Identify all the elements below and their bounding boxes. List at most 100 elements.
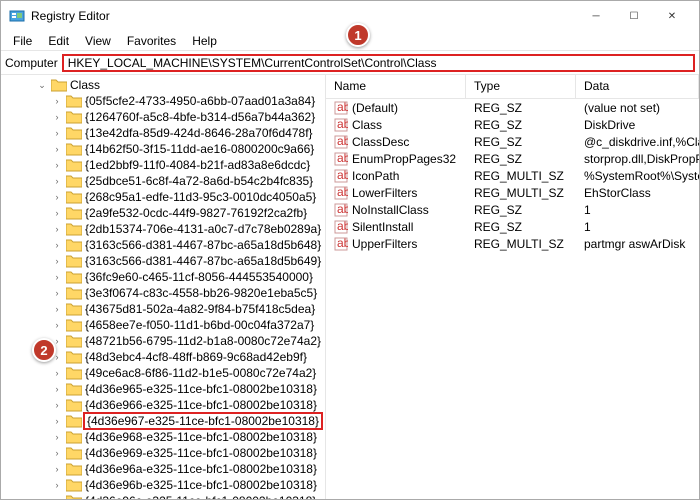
chevron-right-icon[interactable]: › — [51, 96, 63, 106]
chevron-right-icon[interactable]: › — [51, 368, 63, 378]
value-name: LowerFilters — [352, 186, 417, 200]
tree-item[interactable]: ›{13e42dfa-85d9-424d-8646-28a70f6d478f} — [1, 125, 325, 141]
chevron-right-icon[interactable]: › — [51, 112, 63, 122]
tree-item[interactable]: ›{05f5cfe2-4733-4950-a6bb-07aad01a3a84} — [1, 93, 325, 109]
chevron-right-icon[interactable]: › — [51, 432, 63, 442]
tree-item-label: {4658ee7e-f050-11d1-b6bd-00c04fa372a7} — [85, 318, 314, 332]
list-row[interactable]: abUpperFiltersREG_MULTI_SZpartmgr aswArD… — [326, 235, 699, 252]
maximize-button[interactable]: ☐ — [615, 2, 653, 30]
tree-pane[interactable]: ⌄ Class ›{05f5cfe2-4733-4950-a6bb-07aad0… — [1, 75, 326, 499]
chevron-right-icon[interactable]: › — [51, 384, 63, 394]
chevron-right-icon[interactable]: › — [51, 464, 63, 474]
address-input[interactable]: HKEY_LOCAL_MACHINE\SYSTEM\CurrentControl… — [62, 54, 695, 72]
chevron-right-icon[interactable]: › — [51, 400, 63, 410]
col-header-type[interactable]: Type — [466, 75, 576, 98]
tree-item[interactable]: ›{3163c566-d381-4467-87bc-a65a18d5b648} — [1, 237, 325, 253]
tree-item[interactable]: › {3e3f0674-c83c-4558-bb26-9820e1eba5c5} — [1, 285, 325, 301]
tree-item-label: {268c95a1-edfe-11d3-95c3-0010dc4050a5} — [85, 190, 316, 204]
tree-item[interactable]: ›{4d36e96a-e325-11ce-bfc1-08002be10318} — [1, 461, 325, 477]
value-type: REG_SZ — [466, 118, 576, 132]
tree-item[interactable]: › {2db15374-706e-4131-a0c7-d7c78eb0289a} — [1, 221, 325, 237]
folder-icon — [66, 478, 82, 492]
tree-item[interactable]: ›{43675d81-502a-4a82-9f84-b75f418c5dea} — [1, 301, 325, 317]
menu-help[interactable]: Help — [184, 32, 225, 50]
tree-item[interactable]: ›{4d36e969-e325-11ce-bfc1-08002be10318} — [1, 445, 325, 461]
tree-parent-class[interactable]: ⌄ Class — [1, 77, 325, 93]
tree-item[interactable]: ›{2a9fe532-0cdc-44f9-9827-76192f2ca2fb} — [1, 205, 325, 221]
tree-item[interactable]: ›{4d36e968-e325-11ce-bfc1-08002be10318} — [1, 429, 325, 445]
chevron-right-icon[interactable]: › — [51, 416, 63, 426]
menu-file[interactable]: File — [5, 32, 40, 50]
chevron-right-icon[interactable]: › — [51, 128, 63, 138]
folder-icon — [66, 94, 82, 108]
chevron-right-icon[interactable]: › — [51, 272, 63, 282]
folder-icon — [66, 350, 82, 364]
list-pane[interactable]: Name Type Data ab(Default)REG_SZ(value n… — [326, 75, 699, 499]
svg-text:ab: ab — [337, 203, 348, 216]
tree-item[interactable]: › {4658ee7e-f050-11d1-b6bd-00c04fa372a7} — [1, 317, 325, 333]
close-button[interactable]: ✕ — [653, 2, 691, 30]
chevron-down-icon[interactable]: ⌄ — [36, 80, 48, 91]
col-header-data[interactable]: Data — [576, 75, 699, 98]
chevron-right-icon[interactable]: › — [51, 288, 63, 298]
chevron-right-icon[interactable]: › — [51, 176, 63, 186]
chevron-right-icon[interactable]: › — [51, 224, 63, 234]
chevron-right-icon[interactable]: › — [51, 144, 63, 154]
chevron-right-icon[interactable]: › — [51, 208, 63, 218]
tree-item-label: {25dbce51-6c8f-4a72-8a6d-b54c2b4fc835} — [85, 174, 313, 188]
tree-item[interactable]: › {36fc9e60-c465-11cf-8056-444553540000} — [1, 269, 325, 285]
chevron-right-icon[interactable]: › — [51, 256, 63, 266]
tree-item[interactable]: ›{3163c566-d381-4467-87bc-a65a18d5b649} — [1, 253, 325, 269]
chevron-right-icon[interactable]: › — [51, 480, 63, 490]
minimize-button[interactable]: ─ — [577, 2, 615, 30]
list-row[interactable]: abEnumPropPages32REG_SZstorprop.dll,Disk… — [326, 150, 699, 167]
tree-item[interactable]: › {4d36e967-e325-11ce-bfc1-08002be10318} — [1, 413, 325, 429]
tree-parent-label: Class — [70, 78, 100, 92]
list-row[interactable]: abLowerFiltersREG_MULTI_SZEhStorClass — [326, 184, 699, 201]
annotation-badge-2: 2 — [32, 338, 56, 362]
tree-item[interactable]: ›{4d36e96c-e325-11ce-bfc1-08002be10318} — [1, 493, 325, 499]
tree-item-label: {4d36e967-e325-11ce-bfc1-08002be10318} — [85, 414, 321, 428]
tree-item-label: {3e3f0674-c83c-4558-bb26-9820e1eba5c5} — [85, 286, 317, 300]
value-data: @c_diskdrive.inf,%ClassDesc% — [576, 135, 699, 149]
menu-view[interactable]: View — [77, 32, 119, 50]
chevron-right-icon[interactable]: › — [51, 496, 63, 499]
string-value-icon: ab — [334, 220, 348, 234]
chevron-right-icon[interactable]: › — [51, 240, 63, 250]
value-data: storprop.dll,DiskPropPageProvi — [576, 152, 699, 166]
value-type: REG_MULTI_SZ — [466, 237, 576, 251]
list-row[interactable]: abClassDescREG_SZ@c_diskdrive.inf,%Class… — [326, 133, 699, 150]
tree-item[interactable]: ›{4d36e966-e325-11ce-bfc1-08002be10318} — [1, 397, 325, 413]
menu-favorites[interactable]: Favorites — [119, 32, 184, 50]
chevron-right-icon[interactable]: › — [51, 192, 63, 202]
window-controls: ─ ☐ ✕ — [577, 2, 691, 30]
tree-item-label: {2db15374-706e-4131-a0c7-d7c78eb0289a} — [85, 222, 321, 236]
tree-item[interactable]: ›{14b62f50-3f15-11dd-ae16-0800200c9a66} — [1, 141, 325, 157]
tree-item-label: {1264760f-a5c8-4bfe-b314-d56a7b44a362} — [85, 110, 315, 124]
tree-item[interactable]: › {25dbce51-6c8f-4a72-8a6d-b54c2b4fc835} — [1, 173, 325, 189]
list-row[interactable]: abIconPathREG_MULTI_SZ%SystemRoot%\Syste… — [326, 167, 699, 184]
list-row[interactable]: abNoInstallClassREG_SZ1 — [326, 201, 699, 218]
string-value-icon: ab — [334, 203, 348, 217]
tree-item[interactable]: ›{4d36e96b-e325-11ce-bfc1-08002be10318} — [1, 477, 325, 493]
chevron-right-icon[interactable]: › — [51, 160, 63, 170]
tree-item-label: {48d3ebc4-4cf8-48ff-b869-9c68ad42eb9f} — [85, 350, 307, 364]
col-header-name[interactable]: Name — [326, 75, 466, 98]
tree-item[interactable]: ›{49ce6ac8-6f86-11d2-b1e5-0080c72e74a2} — [1, 365, 325, 381]
tree-item[interactable]: › {268c95a1-edfe-11d3-95c3-0010dc4050a5} — [1, 189, 325, 205]
chevron-right-icon[interactable]: › — [51, 448, 63, 458]
tree-item[interactable]: ›{4d36e965-e325-11ce-bfc1-08002be10318} — [1, 381, 325, 397]
list-row[interactable]: abClassREG_SZDiskDrive — [326, 116, 699, 133]
folder-icon — [66, 190, 82, 204]
list-row[interactable]: abSilentInstallREG_SZ1 — [326, 218, 699, 235]
tree-item[interactable]: ›{1ed2bbf9-11f0-4084-b21f-ad83a8e6dcdc} — [1, 157, 325, 173]
tree-item-label: {36fc9e60-c465-11cf-8056-444553540000} — [85, 270, 313, 284]
chevron-right-icon[interactable]: › — [51, 320, 63, 330]
tree-item[interactable]: › {1264760f-a5c8-4bfe-b314-d56a7b44a362} — [1, 109, 325, 125]
menu-edit[interactable]: Edit — [40, 32, 77, 50]
value-name: ClassDesc — [352, 135, 409, 149]
value-name: IconPath — [352, 169, 399, 183]
list-row[interactable]: ab(Default)REG_SZ(value not set) — [326, 99, 699, 116]
folder-icon — [66, 270, 82, 284]
chevron-right-icon[interactable]: › — [51, 304, 63, 314]
